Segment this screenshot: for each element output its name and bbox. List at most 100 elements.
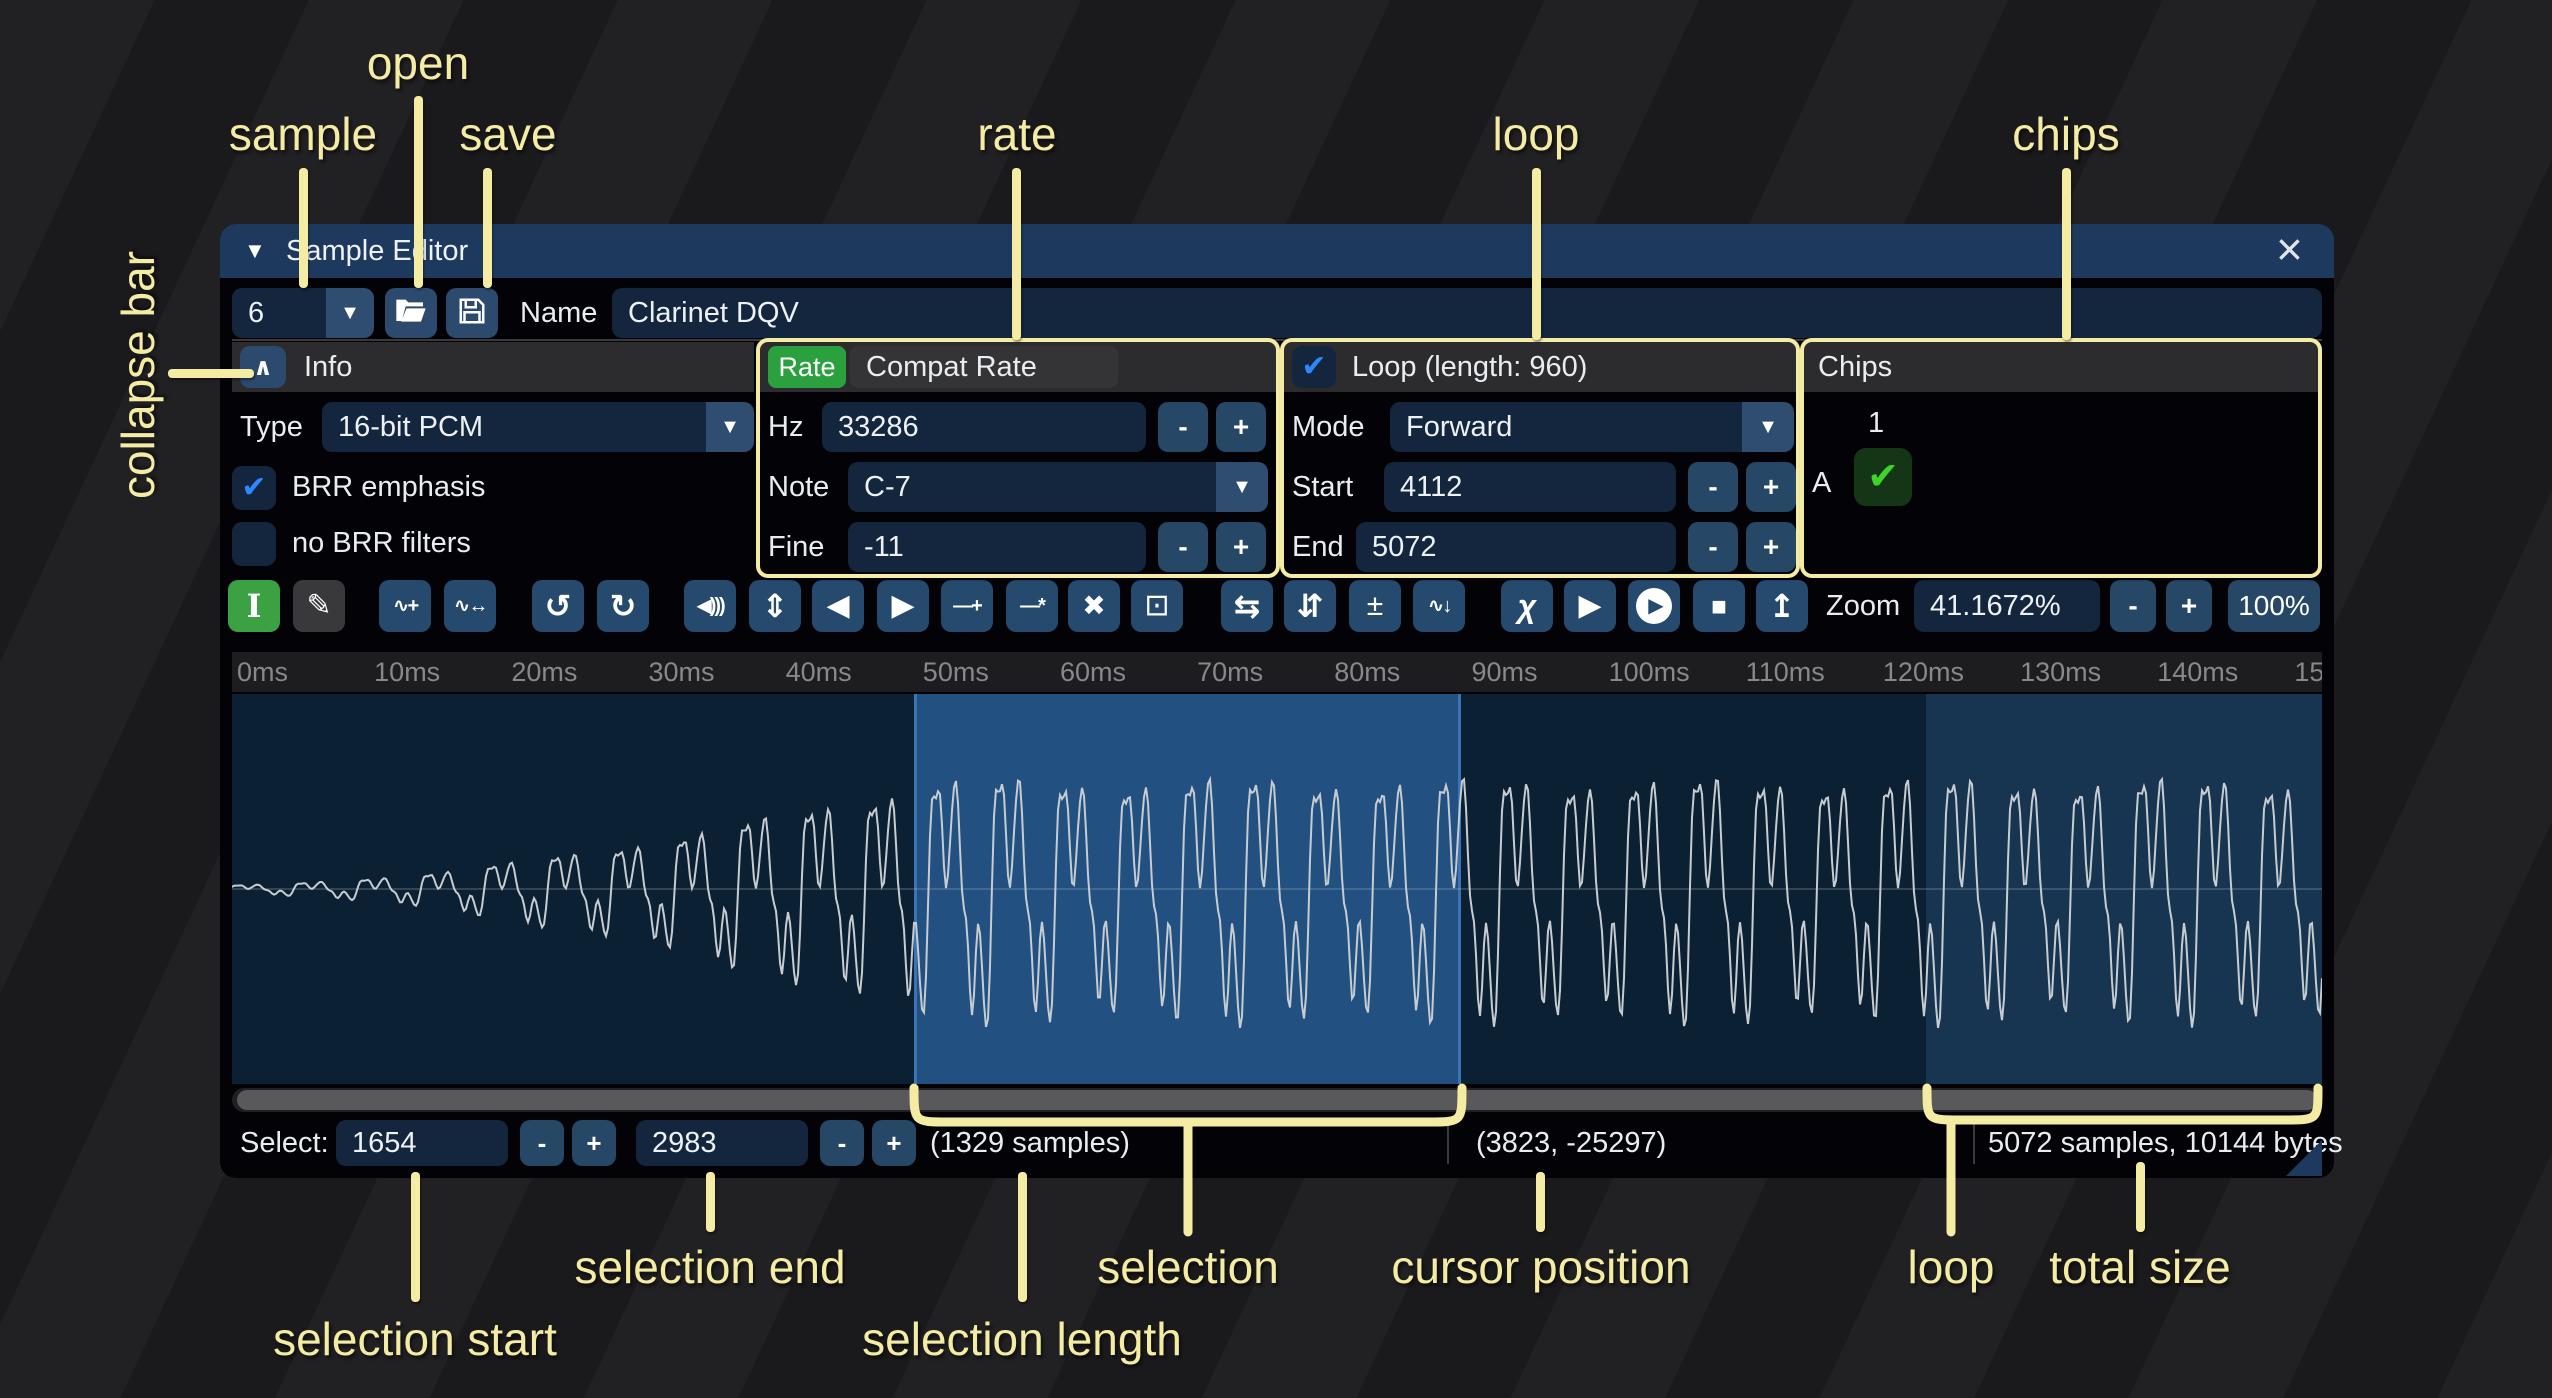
fade-in-icon: ◀ (826, 591, 849, 621)
timeline-tick-label: 150ms (2294, 652, 2322, 692)
normalize-button[interactable]: ⇕ (749, 580, 801, 632)
fade-out-button[interactable]: ▶ (877, 580, 929, 632)
stop-button[interactable]: ■ (1693, 580, 1745, 632)
selection-end-minus-button[interactable]: - (820, 1120, 864, 1166)
window-collapse-icon[interactable]: ▼ (244, 224, 266, 278)
fine-plus-button[interactable]: + (1216, 522, 1266, 572)
invert-button[interactable]: ⇵ (1284, 580, 1336, 632)
timeline-tick-label: 40ms (786, 652, 852, 692)
annotation-line (1018, 1172, 1027, 1302)
resize-grip[interactable] (2286, 1140, 2322, 1176)
delete-button[interactable]: ✖ (1068, 580, 1120, 632)
chevron-down-icon[interactable]: ▼ (326, 288, 374, 338)
loop-end-input[interactable]: 5072 (1356, 522, 1676, 572)
sample-number-value: 6 (248, 288, 264, 338)
chevron-down-icon[interactable]: ▼ (706, 402, 754, 452)
undo-button[interactable]: ↺ (532, 580, 584, 632)
open-sample-button[interactable] (385, 288, 437, 338)
trim-button[interactable]: ⊡ (1131, 580, 1183, 632)
fine-input[interactable]: -11 (848, 522, 1146, 572)
brr-emphasis-checkbox[interactable]: ✔ (232, 466, 276, 510)
annotation-loop-bottom: loop (1908, 1240, 1995, 1294)
loop-enable-checkbox[interactable]: ✔ (1292, 346, 1336, 388)
loop-start-input[interactable]: 4112 (1384, 462, 1676, 512)
selection-end-plus-button[interactable]: + (872, 1120, 916, 1166)
chips-panel-title: Chips (1818, 342, 1892, 392)
chevron-down-icon[interactable]: ▼ (1742, 402, 1794, 452)
timeline-tick-label: 60ms (1060, 652, 1126, 692)
sample-number-combo[interactable]: 6 ▼ (232, 288, 374, 338)
timeline-tick-label: 80ms (1334, 652, 1400, 692)
divider (1447, 1122, 1449, 1164)
zoom-out-button[interactable]: - (2110, 580, 2156, 632)
hz-input[interactable]: 33286 (822, 402, 1146, 452)
chevron-down-icon[interactable]: ▼ (1216, 462, 1268, 512)
preview-button[interactable]: ▶ (1564, 580, 1616, 632)
filter-button[interactable]: ∿↓ (1413, 580, 1465, 632)
annotation-save: save (459, 107, 556, 161)
collapse-bar-button[interactable]: ∧ (240, 346, 286, 388)
insert-silence-button[interactable]: —+ (941, 580, 993, 632)
signed-unsigned-button[interactable]: ± (1349, 580, 1401, 632)
fade-out-icon: ▶ (891, 591, 914, 621)
resize-button[interactable]: ∿+ (379, 580, 431, 632)
chips-row-label: A (1812, 458, 1831, 508)
name-input[interactable]: Clarinet DQV (612, 288, 2322, 338)
note-combo[interactable]: C-7 ▼ (848, 462, 1268, 512)
hz-plus-button[interactable]: + (1216, 402, 1266, 452)
titlebar[interactable]: ▼ Sample Editor × (220, 224, 2334, 278)
zoom-in-button[interactable]: + (2166, 580, 2212, 632)
timeline-ruler[interactable]: 0ms10ms20ms30ms40ms50ms60ms70ms80ms90ms1… (232, 652, 2322, 692)
chip-assign-button[interactable]: ✔ (1854, 448, 1912, 506)
loop-mode-combo[interactable]: Forward ▼ (1390, 402, 1794, 452)
save-icon (457, 296, 487, 331)
reverse-button[interactable]: ⇆ (1221, 580, 1273, 632)
waveform-view[interactable] (232, 694, 2322, 1084)
crossfade-button[interactable]: χ (1501, 580, 1553, 632)
no-brr-filters-checkbox[interactable]: ✔ (232, 522, 276, 566)
selection-start-plus-button[interactable]: + (572, 1120, 616, 1166)
folder-open-icon (395, 297, 427, 330)
fine-label: Fine (768, 522, 824, 572)
annotation-loop: loop (1493, 107, 1580, 161)
select-tool[interactable]: I (228, 580, 280, 632)
redo-button[interactable]: ↻ (597, 580, 649, 632)
hz-minus-button[interactable]: - (1158, 402, 1208, 452)
select-icon: I (247, 590, 262, 622)
selection-start-minus-button[interactable]: - (520, 1120, 564, 1166)
selection-start-input[interactable]: 1654 (336, 1120, 508, 1166)
draw-tool[interactable]: ✎ (293, 580, 345, 632)
play-cursor-button[interactable]: ▶ (1628, 580, 1680, 632)
resample-button[interactable]: ∿↔ (444, 580, 496, 632)
delete-icon: ✖ (1082, 592, 1105, 620)
loop-start-minus-button[interactable]: - (1688, 462, 1738, 512)
window-title: Sample Editor (286, 224, 468, 278)
timeline-tick-label: 30ms (648, 652, 714, 692)
normalize-icon: ⇕ (762, 590, 789, 622)
type-combo[interactable]: 16-bit PCM ▼ (322, 402, 754, 452)
annotation-chips: chips (2012, 107, 2119, 161)
fine-minus-button[interactable]: - (1158, 522, 1208, 572)
zoom-input[interactable]: 41.1672% (1914, 580, 2100, 632)
close-button[interactable]: × (2276, 221, 2303, 277)
preview-icon: ▶ (1578, 591, 1601, 621)
zoom-reset-button[interactable]: 100% (2228, 580, 2320, 632)
timeline-tick-label: 120ms (1883, 652, 1964, 692)
signed-unsigned-icon: ± (1367, 591, 1383, 621)
selection-end-input[interactable]: 2983 (636, 1120, 808, 1166)
play-cursor-icon: ▶ (1636, 588, 1672, 624)
upload-button[interactable]: ↥ (1756, 580, 1808, 632)
save-sample-button[interactable] (446, 288, 498, 338)
fade-in-button[interactable]: ◀ (812, 580, 864, 632)
amplify-button[interactable]: ◀))) (684, 580, 736, 632)
loop-start-plus-button[interactable]: + (1746, 462, 1796, 512)
compat-rate-label: Compat Rate (866, 342, 1037, 392)
apply-silence-button[interactable]: —* (1006, 580, 1058, 632)
select-label: Select: (240, 1118, 329, 1168)
chevron-up-icon: ∧ (253, 353, 273, 382)
timeline-tick-label: 110ms (1746, 652, 1825, 692)
waveform-scrollbar-thumb[interactable] (237, 1090, 2317, 1110)
waveform-trace (232, 694, 2322, 1084)
loop-end-minus-button[interactable]: - (1688, 522, 1738, 572)
loop-end-plus-button[interactable]: + (1746, 522, 1796, 572)
